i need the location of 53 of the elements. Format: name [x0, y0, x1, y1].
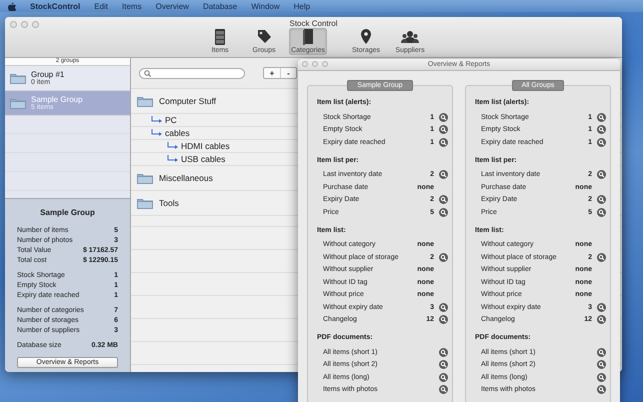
- report-button[interactable]: [439, 348, 448, 357]
- group-name: Group #1: [31, 70, 64, 79]
- menu-item[interactable]: Database: [202, 2, 238, 10]
- search-field[interactable]: [139, 68, 245, 78]
- child-arrow-icon: [151, 129, 162, 137]
- apple-logo-icon[interactable]: [8, 2, 16, 10]
- segment-button[interactable]: +: [264, 68, 280, 78]
- report-button[interactable]: [439, 170, 448, 180]
- report-button[interactable]: [439, 385, 448, 394]
- report-button[interactable]: [439, 195, 448, 204]
- menu-item[interactable]: Edit: [94, 2, 108, 10]
- report-button[interactable]: [597, 360, 606, 370]
- report-button[interactable]: [597, 125, 606, 134]
- report-button[interactable]: [439, 315, 448, 324]
- child-arrow-icon: [151, 116, 162, 124]
- report-button[interactable]: [597, 348, 606, 357]
- group-name: Sample Group: [31, 95, 83, 104]
- report-button[interactable]: [597, 385, 606, 394]
- report-button[interactable]: [597, 372, 606, 382]
- search-icon: [144, 70, 151, 76]
- tag-icon: [255, 28, 273, 45]
- report-button[interactable]: [597, 315, 606, 324]
- people-icon: [401, 28, 419, 45]
- report-button[interactable]: [439, 302, 448, 312]
- report-button[interactable]: [439, 252, 448, 262]
- app-menu[interactable]: StockControl: [30, 2, 80, 10]
- menu-item[interactable]: Help: [294, 2, 310, 10]
- folder-icon: [137, 197, 153, 209]
- report-button[interactable]: [597, 138, 606, 147]
- menu-item[interactable]: Window: [251, 2, 280, 10]
- report-button[interactable]: [439, 372, 448, 382]
- folder-icon: [10, 72, 26, 84]
- report-button[interactable]: [597, 170, 606, 180]
- menu-item[interactable]: Overview: [156, 2, 189, 10]
- folder-icon: [137, 95, 153, 107]
- report-button[interactable]: [597, 252, 606, 262]
- report-button[interactable]: [439, 125, 448, 134]
- child-arrow-icon: [167, 155, 178, 163]
- report-button[interactable]: [439, 112, 448, 122]
- report-button[interactable]: [439, 138, 448, 147]
- segment-button[interactable]: -: [280, 68, 296, 78]
- folder-icon: [137, 172, 153, 184]
- child-arrow-icon: [167, 142, 178, 150]
- folder-icon: [10, 97, 26, 109]
- report-button[interactable]: [597, 195, 606, 204]
- window-title: Stock Control: [289, 19, 338, 28]
- report-button[interactable]: [597, 208, 606, 217]
- summary-title: Sample Group: [39, 208, 96, 217]
- report-button[interactable]: [597, 112, 606, 122]
- report-button[interactable]: [597, 302, 606, 312]
- report-button[interactable]: [439, 360, 448, 370]
- menu-item[interactable]: Items: [122, 2, 142, 10]
- report-button[interactable]: [439, 208, 448, 217]
